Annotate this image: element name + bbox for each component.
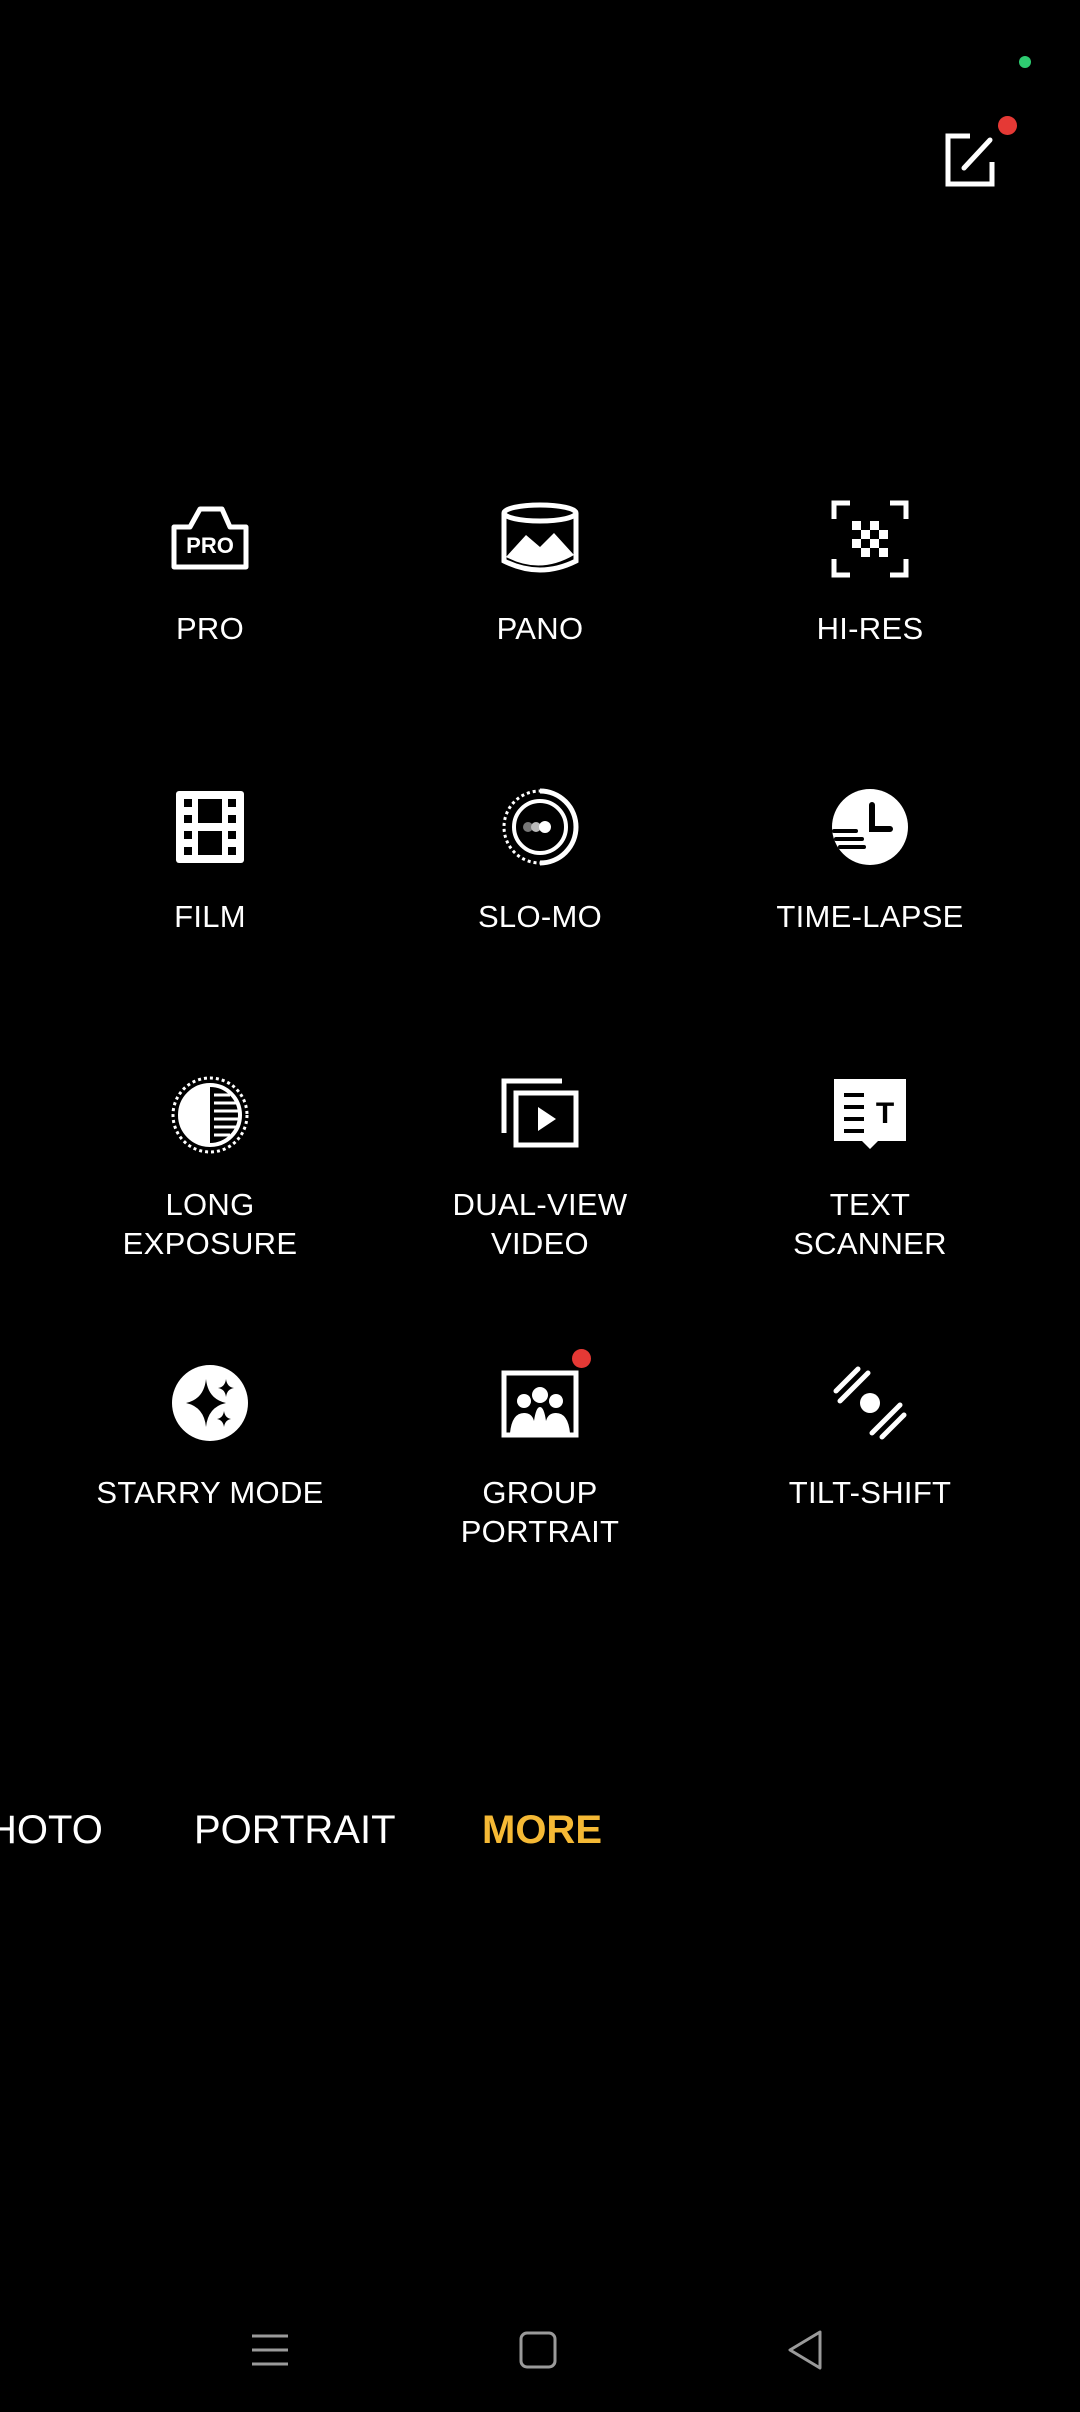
mode-pro[interactable]: PRO PRO bbox=[45, 495, 375, 783]
back-button[interactable] bbox=[776, 2320, 836, 2380]
text-scanner-icon: T bbox=[828, 1073, 912, 1157]
mode-long-exposure[interactable]: LONG EXPOSURE bbox=[45, 1071, 375, 1359]
mode-selector-strip: HOTO PORTRAIT MORE bbox=[0, 1800, 1080, 1860]
camera-modes-grid: PRO PRO PANO HI-RES FILM SLO-MO TIME-LAP… bbox=[0, 495, 1080, 1647]
mode-slo-mo[interactable]: SLO-MO bbox=[375, 783, 705, 1071]
mode-label: TIME-LAPSE bbox=[776, 899, 964, 934]
svg-text:PRO: PRO bbox=[186, 533, 234, 558]
mode-tab-portrait[interactable]: PORTRAIT bbox=[194, 1800, 396, 1860]
mode-label: FILM bbox=[174, 899, 246, 934]
back-icon bbox=[776, 2320, 836, 2380]
pro-camera-icon: PRO bbox=[168, 497, 252, 581]
edit-icon bbox=[940, 130, 1002, 192]
starry-mode-icon bbox=[168, 1361, 252, 1445]
svg-text:T: T bbox=[876, 1097, 894, 1130]
mode-label: PANO bbox=[496, 611, 584, 646]
mode-hi-res[interactable]: HI-RES bbox=[705, 495, 1035, 783]
slow-motion-icon bbox=[498, 785, 582, 869]
mode-label: SLO-MO bbox=[477, 899, 603, 934]
privacy-indicator-dot bbox=[1019, 56, 1031, 68]
home-button[interactable] bbox=[508, 2320, 568, 2380]
mode-label: PRO bbox=[175, 611, 245, 646]
tilt-shift-icon bbox=[828, 1361, 912, 1445]
recent-apps-button[interactable] bbox=[240, 2320, 300, 2380]
mode-tab-more[interactable]: MORE bbox=[482, 1800, 602, 1860]
mode-starry[interactable]: STARRY MODE bbox=[45, 1359, 375, 1647]
group-portrait-new-badge bbox=[572, 1349, 591, 1368]
mode-label: LONG EXPOSURE bbox=[122, 1187, 298, 1261]
group-portrait-icon bbox=[498, 1361, 582, 1445]
hi-res-icon bbox=[828, 497, 912, 581]
mode-tilt-shift[interactable]: TILT-SHIFT bbox=[705, 1359, 1035, 1647]
mode-film[interactable]: FILM bbox=[45, 783, 375, 1071]
mode-group-portrait[interactable]: GROUP PORTRAIT bbox=[375, 1359, 705, 1647]
mode-label: DUAL-VIEW VIDEO bbox=[452, 1187, 628, 1261]
mode-time-lapse[interactable]: TIME-LAPSE bbox=[705, 783, 1035, 1071]
menu-icon bbox=[240, 2320, 300, 2380]
film-icon bbox=[168, 785, 252, 869]
home-icon bbox=[508, 2320, 568, 2380]
long-exposure-icon bbox=[168, 1073, 252, 1157]
mode-pano[interactable]: PANO bbox=[375, 495, 705, 783]
dual-view-video-icon bbox=[498, 1073, 582, 1157]
mode-label: STARRY MODE bbox=[96, 1475, 324, 1510]
mode-tab-photo[interactable]: HOTO bbox=[0, 1800, 103, 1860]
edit-notification-badge bbox=[998, 116, 1017, 135]
time-lapse-icon bbox=[828, 785, 912, 869]
mode-label: TEXT SCANNER bbox=[793, 1187, 947, 1261]
mode-dual-view-video[interactable]: DUAL-VIEW VIDEO bbox=[375, 1071, 705, 1359]
mode-label: GROUP PORTRAIT bbox=[460, 1475, 620, 1549]
mode-label: HI-RES bbox=[816, 611, 924, 646]
mode-label: TILT-SHIFT bbox=[788, 1475, 952, 1510]
system-nav-bar bbox=[0, 2300, 1080, 2390]
edit-modes-button[interactable] bbox=[940, 130, 1002, 192]
mode-text-scanner[interactable]: T TEXT SCANNER bbox=[705, 1071, 1035, 1359]
panorama-icon bbox=[498, 497, 582, 581]
